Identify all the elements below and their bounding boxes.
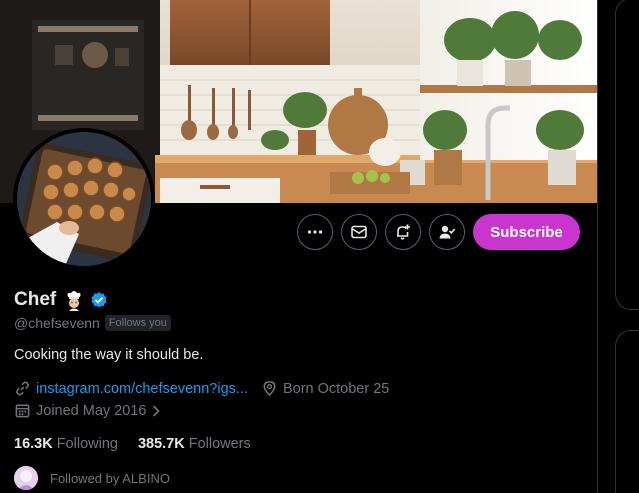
follower-avatar <box>14 466 38 490</box>
bell-plus-icon <box>397 224 410 240</box>
profile-bio: Cooking the way it should be. <box>14 347 204 363</box>
profile-avatar[interactable] <box>13 128 155 270</box>
subscribe-button[interactable]: Subscribe <box>473 214 580 250</box>
more-icon <box>307 230 323 234</box>
verified-badge-icon[interactable] <box>90 291 108 309</box>
followers-count: 385.7K <box>137 436 185 452</box>
right-sidebar <box>598 0 639 493</box>
followed-by-text: Followed by ALBINO <box>50 470 170 486</box>
calendar-icon <box>15 404 30 418</box>
chevron-right-icon <box>153 404 161 417</box>
display-name: Chef <box>14 289 57 310</box>
person-check-icon <box>439 225 456 239</box>
notify-button[interactable] <box>385 214 421 250</box>
following-label: Following <box>56 436 118 452</box>
sidebar-card-top <box>615 0 639 310</box>
profile-main: Subscribe Chef @chefsevenn Follows you C… <box>0 0 598 493</box>
follows-you-badge: Follows you <box>104 315 171 331</box>
followed-by-row[interactable]: Followed by ALBINO <box>14 466 170 490</box>
following-stat[interactable]: 16.3K Following <box>14 436 118 452</box>
link-icon <box>16 381 29 396</box>
avatar-image <box>17 132 151 266</box>
handle-row: @chefsevenn Follows you <box>14 315 171 331</box>
following-button[interactable] <box>429 214 465 250</box>
follower-avatar-image <box>14 466 38 490</box>
follow-stats: 16.3K Following 385.7K Followers <box>14 436 251 452</box>
mail-icon <box>351 225 367 239</box>
birthday-text: Born October 25 <box>282 380 390 397</box>
profile-website-link[interactable]: instagram.com/chefsevenn?igs... <box>36 381 248 397</box>
joined-date-text: Joined May 2016 <box>36 402 147 419</box>
joined-row[interactable]: Joined May 2016 <box>14 402 162 419</box>
chef-emoji-icon <box>67 291 81 311</box>
profile-name-row: Chef <box>14 288 108 312</box>
following-count: 16.3K <box>14 436 53 452</box>
followers-label: Followers <box>188 436 251 452</box>
followers-stat[interactable]: 385.7K Followers <box>138 436 251 452</box>
username-handle: @chefsevenn <box>14 315 100 331</box>
location-pin-icon <box>263 381 276 397</box>
more-button[interactable] <box>297 214 333 250</box>
profile-meta-row: instagram.com/chefsevenn?igs... Born Oct… <box>14 380 389 397</box>
sidebar-card-bottom <box>615 330 639 493</box>
message-button[interactable] <box>341 214 377 250</box>
